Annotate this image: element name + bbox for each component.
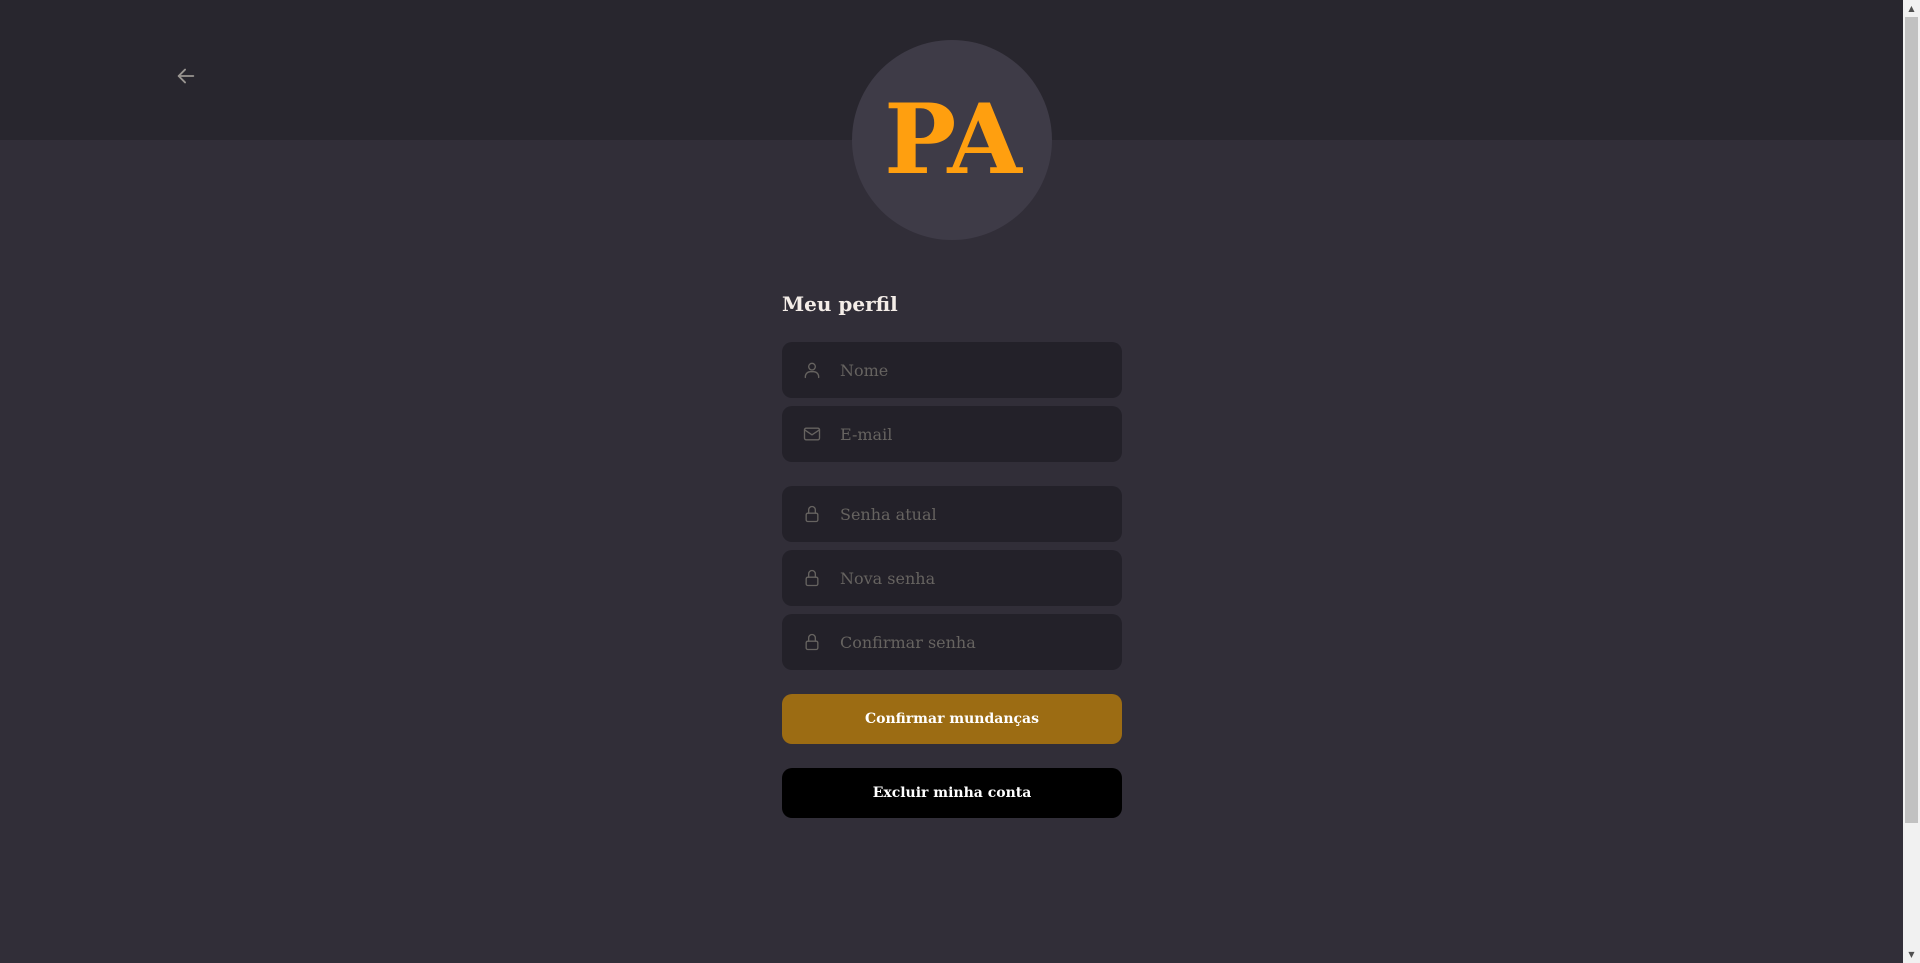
lock-icon (802, 632, 822, 652)
new-password-field[interactable] (782, 550, 1122, 606)
name-field[interactable] (782, 342, 1122, 398)
confirm-password-input[interactable] (838, 631, 1106, 653)
confirm-password-field[interactable] (782, 614, 1122, 670)
arrow-left-icon (177, 68, 195, 84)
user-icon (802, 360, 822, 380)
lock-icon (802, 568, 822, 588)
new-password-input[interactable] (838, 567, 1106, 589)
avatar[interactable]: PA (852, 40, 1052, 240)
name-input[interactable] (838, 359, 1106, 381)
delete-account-button[interactable]: Excluir minha conta (782, 768, 1122, 818)
email-input[interactable] (838, 423, 1106, 445)
scrollbar-thumb[interactable] (1905, 17, 1918, 823)
vertical-scrollbar[interactable]: ▲ ▼ (1903, 0, 1920, 963)
scroll-down-icon[interactable]: ▼ (1903, 946, 1920, 963)
current-password-input[interactable] (838, 503, 1106, 525)
email-field[interactable] (782, 406, 1122, 462)
scroll-up-icon[interactable]: ▲ (1903, 0, 1920, 17)
confirm-changes-button[interactable]: Confirmar mundanças (782, 694, 1122, 744)
profile-form: Meu perfil Nome E-mail Confirmar mundanç… (782, 290, 1122, 818)
profile-page: PA Meu perfil Nome E-mail Confirmar mund… (0, 0, 1903, 963)
current-password-field[interactable] (782, 486, 1122, 542)
lock-icon (802, 504, 822, 524)
page-title: Meu perfil (782, 292, 898, 316)
back-button[interactable] (170, 60, 202, 92)
avatar-initials: PA (884, 83, 1022, 196)
mail-icon (802, 424, 822, 444)
